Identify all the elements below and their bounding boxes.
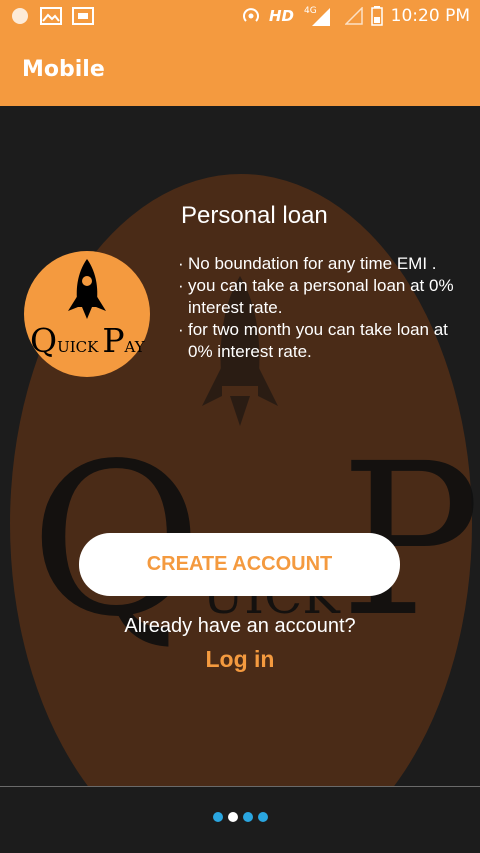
already-account-text: Already have an account?: [124, 615, 356, 637]
page-dot-active[interactable]: [227, 812, 238, 822]
hotspot-icon: [243, 8, 259, 22]
feature-item: you can take a personal loan at 0% inter…: [176, 275, 466, 319]
page-dot[interactable]: [212, 812, 223, 822]
signal-type-label: 4G: [303, 6, 317, 16]
quickpay-logo: QUICK PAY: [24, 251, 150, 377]
card-title: Personal loan: [181, 202, 328, 229]
network-type-label: HD: [268, 7, 294, 25]
photo-icon: [40, 7, 62, 25]
status-bar: HD 4G 10:20 PM: [0, 0, 480, 32]
login-link[interactable]: Log in: [0, 646, 480, 673]
app-bar: Mobile: [0, 32, 480, 106]
notification-icon: [12, 8, 28, 24]
feature-item: No boundation for any time EMI .: [176, 253, 466, 275]
page-indicator: [0, 812, 480, 822]
create-account-button[interactable]: CREATE ACCOUNT: [79, 533, 400, 596]
onboarding-content: QUICKPAY QUICKPAY Personal loan No bound…: [0, 106, 480, 786]
page-dot[interactable]: [257, 812, 268, 822]
logo-wordmark: QUICK PAY: [30, 321, 145, 360]
battery-icon: [370, 6, 383, 26]
page-dot[interactable]: [242, 812, 253, 822]
wifi-empty-icon: [344, 7, 363, 25]
feature-item: for two month you can take loan at 0% in…: [176, 319, 466, 363]
app-title: Mobile: [22, 56, 105, 82]
screenshot-icon: [72, 7, 94, 25]
feature-list: No boundation for any time EMI . you can…: [176, 253, 466, 363]
status-time: 10:20 PM: [390, 6, 470, 26]
